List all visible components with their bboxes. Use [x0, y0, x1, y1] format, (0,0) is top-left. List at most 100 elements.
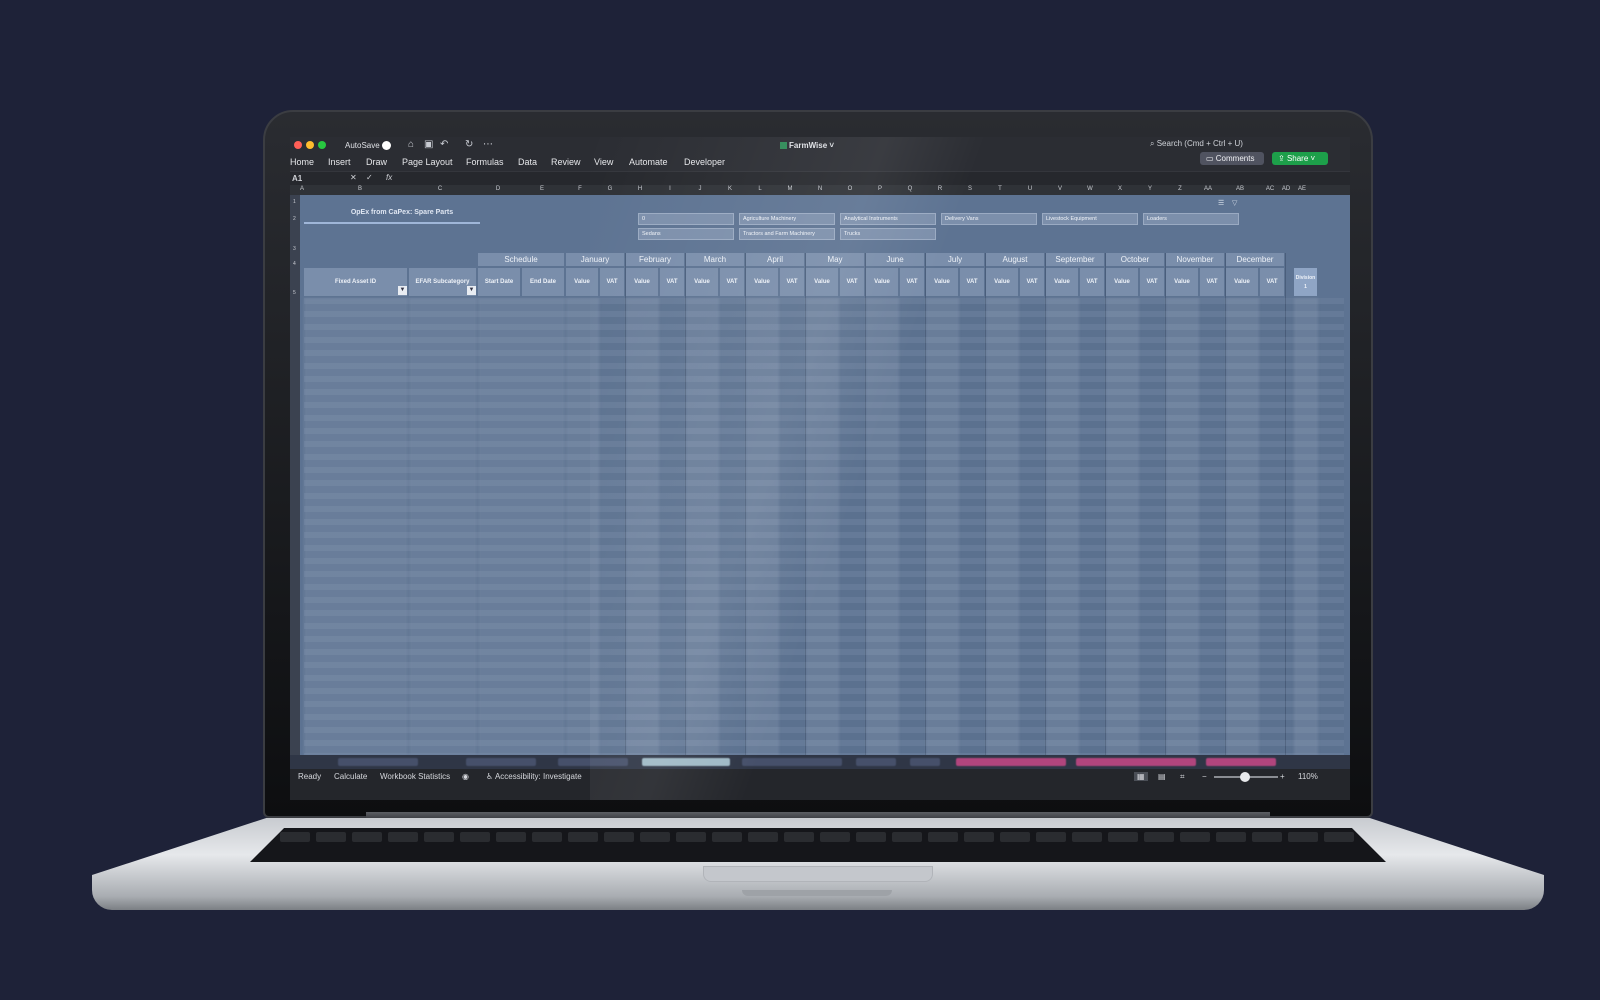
tab-page-layout[interactable]: Page Layout — [402, 157, 453, 167]
column-header-u[interactable]: U — [1028, 186, 1032, 192]
column-header-o[interactable]: O — [848, 186, 853, 192]
column-header-n[interactable]: N — [818, 186, 822, 192]
category-chip[interactable]: Tractors and Farm Machinery — [739, 228, 835, 240]
column-header-ac[interactable]: AC — [1266, 186, 1274, 192]
tab-review[interactable]: Review — [551, 157, 581, 167]
column-header-t[interactable]: T — [998, 186, 1002, 192]
slicer-multiselect-icon[interactable]: ☰ — [1218, 199, 1224, 207]
tab-home[interactable]: Home — [290, 157, 314, 167]
sheet-tab[interactable] — [466, 758, 536, 766]
column-header-r[interactable]: R — [938, 186, 942, 192]
category-chip[interactable]: Analytical Instruments — [840, 213, 936, 225]
document-title[interactable]: FarmWise ˅ — [780, 141, 834, 150]
cancel-formula-icon[interactable]: ✕ — [350, 173, 357, 182]
column-header-p[interactable]: P — [878, 186, 882, 192]
name-box[interactable]: A1 — [292, 174, 332, 183]
calculate-button[interactable]: Calculate — [334, 772, 367, 781]
page-break-view-icon[interactable]: ⌗ — [1180, 772, 1185, 782]
zoom-in-button[interactable]: + — [1280, 772, 1285, 781]
category-chip[interactable]: Trucks — [840, 228, 936, 240]
row-header[interactable]: 5 — [293, 290, 296, 296]
column-header-k[interactable]: K — [728, 186, 732, 192]
maximize-window-button[interactable] — [318, 141, 326, 149]
column-header-b[interactable]: B — [358, 186, 362, 192]
row-header[interactable]: 2 — [293, 216, 296, 222]
column-header-a[interactable]: A — [300, 186, 304, 192]
tab-developer[interactable]: Developer — [684, 157, 725, 167]
column-header-j[interactable]: J — [699, 186, 702, 192]
minimize-window-button[interactable] — [306, 141, 314, 149]
tab-formulas[interactable]: Formulas — [466, 157, 504, 167]
category-chip[interactable]: Livestock Equipment — [1042, 213, 1138, 225]
macro-record-icon[interactable]: ◉ — [462, 772, 469, 781]
tab-draw[interactable]: Draw — [366, 157, 387, 167]
column-header-h[interactable]: H — [638, 186, 642, 192]
share-button[interactable]: ⇪ Share ˅ — [1272, 152, 1328, 165]
column-header-f[interactable]: F — [578, 186, 582, 192]
zoom-level[interactable]: 110% — [1298, 772, 1318, 781]
confirm-formula-icon[interactable]: ✓ — [366, 173, 373, 182]
column-header-aa[interactable]: AA — [1204, 186, 1212, 192]
tab-automate[interactable]: Automate — [629, 157, 668, 167]
insert-function-button[interactable]: fx — [386, 173, 392, 182]
zoom-slider-thumb[interactable] — [1240, 772, 1250, 782]
accessibility-button[interactable]: ♿ Accessibility: Investigate — [486, 772, 582, 781]
page-layout-view-icon[interactable]: ▤ — [1158, 772, 1166, 781]
sheet-tab[interactable] — [558, 758, 628, 766]
tab-view[interactable]: View — [594, 157, 613, 167]
worksheet-grid[interactable]: OpEx from CaPex: Spare Parts 0 Agricultu… — [300, 195, 1350, 755]
category-chip[interactable]: 0 — [638, 213, 734, 225]
column-header-ad[interactable]: AD — [1282, 186, 1290, 192]
column-header-y[interactable]: Y — [1148, 186, 1152, 192]
category-chip[interactable]: Sedans — [638, 228, 734, 240]
category-chip[interactable]: Agriculture Machinery — [739, 213, 835, 225]
sheet-tab[interactable] — [1076, 758, 1196, 766]
sheet-tab[interactable] — [856, 758, 896, 766]
comments-button[interactable]: ▭ Comments — [1200, 152, 1264, 165]
column-header-l[interactable]: L — [758, 186, 761, 192]
column-header-w[interactable]: W — [1087, 186, 1093, 192]
redo-icon[interactable]: ↻ — [465, 139, 473, 150]
column-header-q[interactable]: Q — [908, 186, 913, 192]
slicer-clear-filter-icon[interactable]: ▽ — [1232, 199, 1237, 207]
sheet-tab[interactable] — [1206, 758, 1276, 766]
column-header-x[interactable]: X — [1118, 186, 1122, 192]
workbook-statistics-button[interactable]: Workbook Statistics — [380, 772, 450, 781]
category-chip[interactable]: Delivery Vans — [941, 213, 1037, 225]
column-header-e[interactable]: E — [540, 186, 544, 192]
row-header[interactable]: 3 — [293, 246, 296, 252]
more-icon[interactable]: ⋯ — [483, 139, 493, 150]
filter-dropdown-icon[interactable]: ▼ — [467, 286, 476, 295]
category-chip[interactable]: Loaders — [1143, 213, 1239, 225]
column-header-ae[interactable]: AE — [1298, 186, 1306, 192]
normal-view-icon[interactable]: ▦ — [1134, 772, 1148, 781]
laptop-trackpad — [703, 866, 933, 882]
search-input[interactable]: ⌕ Search (Cmd + Ctrl + U) — [1150, 139, 1340, 151]
row-header[interactable]: 1 — [293, 199, 296, 205]
column-header-i[interactable]: I — [669, 186, 671, 192]
sheet-tab[interactable] — [956, 758, 1066, 766]
column-header-c[interactable]: C — [438, 186, 442, 192]
undo-icon[interactable]: ↶ — [440, 139, 448, 150]
tab-data[interactable]: Data — [518, 157, 537, 167]
row-header[interactable]: 4 — [293, 261, 296, 267]
autosave-toggle[interactable] — [382, 141, 391, 150]
zoom-out-button[interactable]: − — [1202, 772, 1207, 781]
column-header-m[interactable]: M — [788, 186, 793, 192]
column-header-ab[interactable]: AB — [1236, 186, 1244, 192]
sheet-tab[interactable] — [742, 758, 842, 766]
sheet-tab-active[interactable] — [642, 758, 730, 766]
home-icon[interactable]: ⌂ — [408, 139, 414, 150]
column-header-z[interactable]: Z — [1178, 186, 1182, 192]
column-header-v[interactable]: V — [1058, 186, 1062, 192]
formula-input[interactable] — [402, 173, 1342, 184]
sheet-tab[interactable] — [910, 758, 940, 766]
close-window-button[interactable] — [294, 141, 302, 149]
sheet-tab[interactable] — [338, 758, 418, 766]
column-header-g[interactable]: G — [608, 186, 613, 192]
column-header-s[interactable]: S — [968, 186, 972, 192]
filter-dropdown-icon[interactable]: ▼ — [398, 286, 407, 295]
tab-insert[interactable]: Insert — [328, 157, 351, 167]
column-header-d[interactable]: D — [496, 186, 500, 192]
save-icon[interactable]: ▣ — [424, 139, 433, 150]
